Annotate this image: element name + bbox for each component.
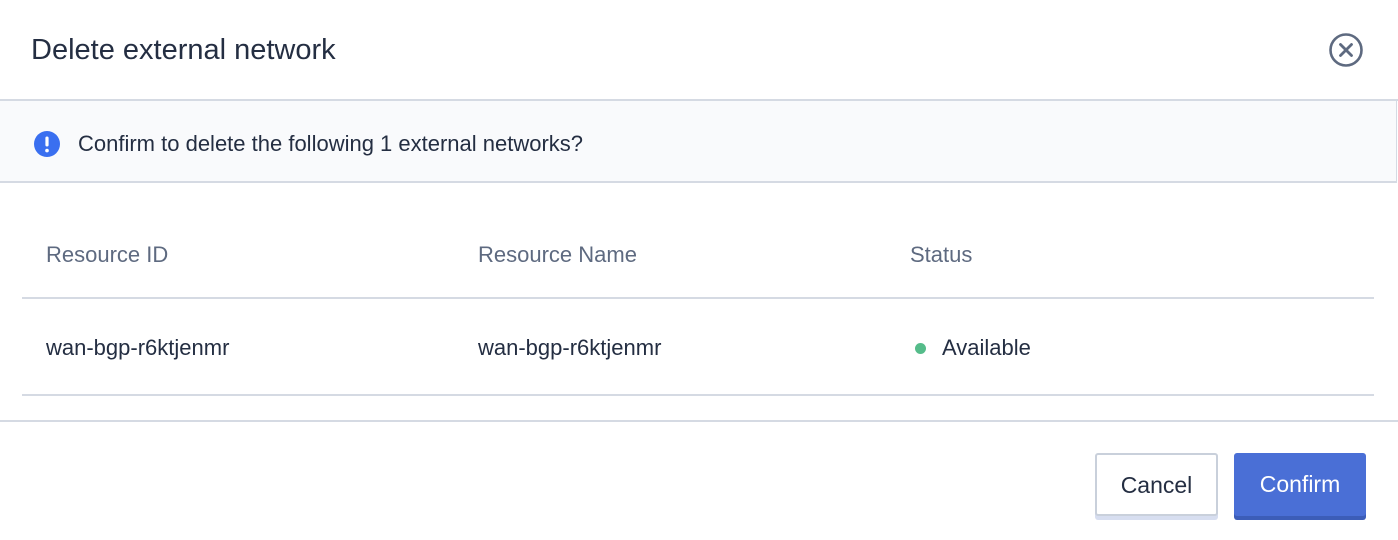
resource-table: Resource ID Resource Name Status wan-bgp…	[22, 204, 1374, 396]
cell-status: Available	[942, 335, 1031, 360]
column-header-status: Status	[910, 242, 973, 267]
confirm-notice: Confirm to delete the following 1 extern…	[0, 101, 1397, 183]
confirm-button[interactable]: Confirm	[1234, 453, 1366, 516]
cell-resource-name: wan-bgp-r6ktjenmr	[478, 335, 662, 360]
cell-resource-id: wan-bgp-r6ktjenmr	[46, 335, 230, 360]
table-header: Resource ID Resource Name Status	[22, 204, 1374, 299]
dialog-header: Delete external network	[0, 0, 1398, 101]
table-row: wan-bgp-r6ktjenmr wan-bgp-r6ktjenmr Avai…	[22, 299, 1374, 396]
cancel-button[interactable]: Cancel	[1095, 453, 1218, 516]
info-icon	[34, 131, 60, 157]
close-icon	[1329, 33, 1363, 67]
close-button[interactable]	[1327, 31, 1365, 69]
column-header-resource-name: Resource Name	[478, 242, 637, 267]
notice-text: Confirm to delete the following 1 extern…	[78, 131, 584, 156]
delete-dialog: Delete external network Confirm to delet…	[0, 0, 1398, 540]
status-dot-icon	[915, 343, 926, 354]
column-header-resource-id: Resource ID	[46, 242, 169, 267]
dialog-title: Delete external network	[31, 34, 336, 66]
footer-divider	[0, 420, 1398, 422]
